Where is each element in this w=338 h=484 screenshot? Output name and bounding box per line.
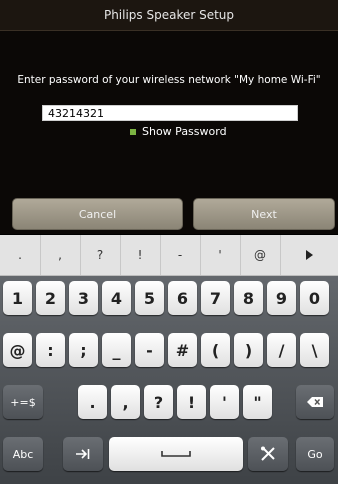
tab-key[interactable] [63,437,103,471]
title-bar: Philips Speaker Setup [0,0,338,31]
key-5[interactable]: 5 [135,281,164,315]
key-open-paren[interactable]: ( [201,333,230,367]
suggestion-period[interactable]: . [0,235,41,275]
key-3[interactable]: 3 [69,281,98,315]
key-2[interactable]: 2 [36,281,65,315]
space-icon [161,451,191,457]
suggestion-comma[interactable]: , [40,235,81,275]
key-question[interactable]: ? [144,385,173,419]
suggestion-expand-icon[interactable] [280,235,338,275]
tools-icon [261,446,275,461]
abc-key[interactable]: Abc [3,437,43,471]
key-6[interactable]: 6 [168,281,197,315]
cancel-button[interactable]: Cancel [12,198,183,230]
key-comma[interactable]: , [111,385,140,419]
key-at[interactable]: @ [3,333,32,367]
key-colon[interactable]: : [36,333,65,367]
key-period[interactable]: . [78,385,107,419]
show-password-label: Show Password [142,125,227,138]
password-panel: Enter password of your wireless network … [0,31,338,196]
checkbox-box[interactable] [130,128,136,135]
key-slash[interactable]: / [267,333,296,367]
action-bar: Cancel Next [0,196,338,234]
suggestion-apostrophe[interactable]: ' [200,235,241,275]
tab-icon [76,449,90,459]
space-key[interactable] [109,437,243,471]
go-key[interactable]: Go [296,437,334,471]
key-hash[interactable]: # [168,333,197,367]
key-4[interactable]: 4 [102,281,131,315]
suggestion-exclamation[interactable]: ! [120,235,161,275]
key-apostrophe[interactable]: ' [210,385,239,419]
key-backslash[interactable]: \ [300,333,329,367]
suggestion-question[interactable]: ? [80,235,121,275]
key-9[interactable]: 9 [267,281,296,315]
suggestion-hyphen[interactable]: - [160,235,201,275]
key-close-paren[interactable]: ) [234,333,263,367]
key-7[interactable]: 7 [201,281,230,315]
shift-symbols-key[interactable]: +=$ [3,385,43,419]
key-hyphen[interactable]: - [135,333,164,367]
show-password-checkbox[interactable]: Show Password [130,125,227,138]
password-prompt: Enter password of your wireless network … [17,74,321,86]
key-8[interactable]: 8 [234,281,263,315]
app-title: Philips Speaker Setup [103,8,235,22]
suggestion-strip: . , ? ! - ' @ [0,235,338,276]
settings-key[interactable] [248,437,288,471]
key-quote[interactable]: " [243,385,272,419]
suggestion-at[interactable]: @ [240,235,281,275]
key-semicolon[interactable]: ; [69,333,98,367]
backspace-icon [307,397,323,407]
password-input[interactable] [42,105,298,121]
key-exclamation[interactable]: ! [177,385,206,419]
key-0[interactable]: 0 [300,281,329,315]
key-1[interactable]: 1 [3,281,32,315]
next-button[interactable]: Next [193,198,335,230]
key-underscore[interactable]: _ [102,333,131,367]
keyboard: . , ? ! - ' @ 1 2 3 4 5 6 7 8 9 0 @ : ; … [0,235,338,484]
backspace-key[interactable] [296,385,334,419]
